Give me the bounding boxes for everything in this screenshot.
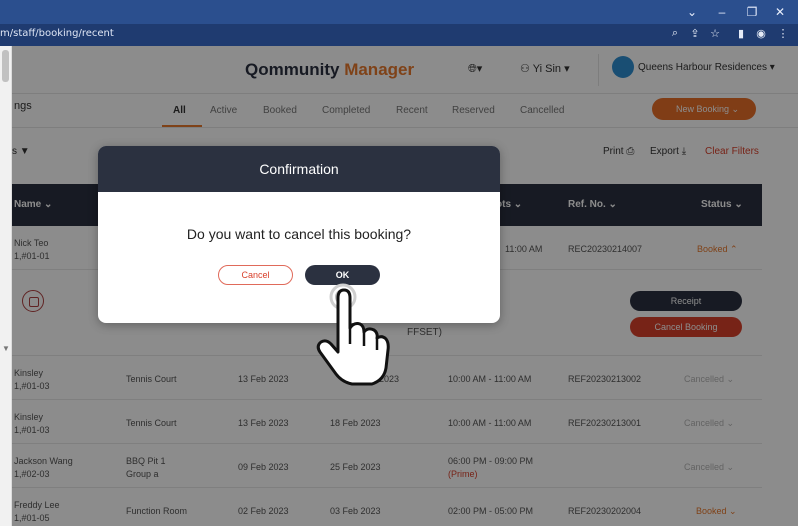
- dialog-cancel-button[interactable]: Cancel: [218, 265, 293, 285]
- url-text[interactable]: m/staff/booking/recent: [0, 28, 114, 39]
- bookmark-star-icon[interactable]: ☆: [708, 27, 722, 40]
- dialog-title: Confirmation: [98, 146, 500, 192]
- scroll-down-arrow-icon[interactable]: ▼: [2, 344, 10, 353]
- confirmation-dialog: Confirmation Do you want to cancel this …: [98, 146, 500, 323]
- address-bar[interactable]: m/staff/booking/recent ⌕ ⇪ ☆ ▮ ◉ ⋮: [0, 24, 798, 46]
- dialog-message: Do you want to cancel this booking?: [186, 226, 412, 242]
- maximize-button[interactable]: ❐: [742, 3, 762, 21]
- browser-menu-icon[interactable]: ⋮: [776, 27, 790, 40]
- pointer-hand-icon: [316, 283, 390, 386]
- scrollbar[interactable]: ▼: [0, 46, 12, 526]
- browser-title-bar: ⌄ – ❐ ✕: [0, 0, 798, 24]
- chevron-down-icon[interactable]: ⌄: [682, 3, 702, 21]
- zoom-icon[interactable]: ⌕: [668, 27, 682, 40]
- profile-avatar-icon[interactable]: ◉: [754, 27, 768, 40]
- share-icon[interactable]: ⇪: [688, 27, 702, 40]
- minimize-button[interactable]: –: [712, 3, 732, 21]
- sidebar-icon[interactable]: ▮: [734, 27, 748, 40]
- scrollbar-thumb[interactable]: [2, 50, 9, 82]
- close-window-button[interactable]: ✕: [770, 3, 790, 21]
